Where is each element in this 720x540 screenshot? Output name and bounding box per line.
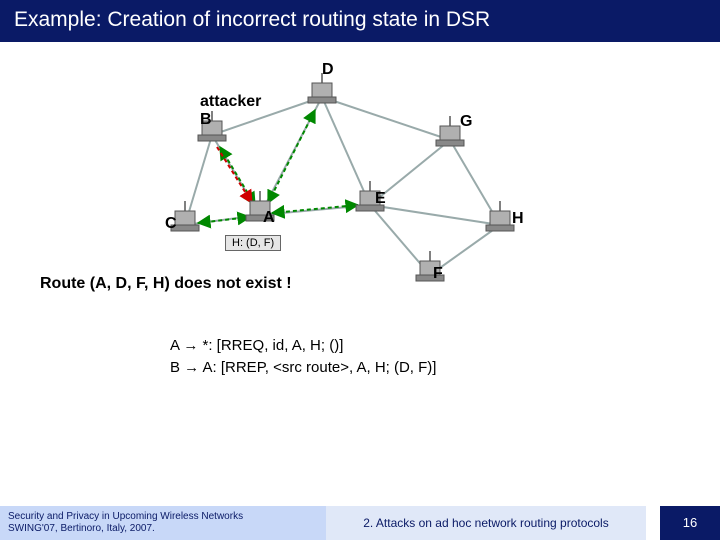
- label-C: C: [165, 215, 177, 233]
- msg-rrep: B → A: [RREP, <src route>, A, H; (D, F)]: [170, 357, 436, 379]
- slide: Example: Creation of incorrect routing s…: [0, 0, 720, 540]
- network-svg: [150, 55, 570, 295]
- footer-left: Security and Privacy in Upcoming Wireles…: [0, 506, 326, 540]
- protocol-messages: A → *: [RREQ, id, A, H; ()] B → A: [RREP…: [170, 335, 436, 379]
- msg-rreq: A → *: [RREQ, id, A, H; ()]: [170, 335, 436, 357]
- label-D: D: [322, 61, 334, 79]
- footer-mid: 2. Attacks on ad hoc network routing pro…: [326, 506, 646, 540]
- label-H: H: [512, 210, 524, 228]
- footer-left-line2: SWING'07, Bertinoro, Italy, 2007.: [8, 523, 155, 534]
- attacker-label: attacker: [200, 93, 261, 111]
- statement: Route (A, D, F, H) does not exist !: [40, 275, 292, 293]
- label-F: F: [433, 265, 443, 283]
- footer: Security and Privacy in Upcoming Wireles…: [0, 506, 720, 540]
- route-cache-A: H: (D, F): [225, 235, 281, 251]
- node-H-icon: [486, 201, 514, 231]
- footer-left-line1: Security and Privacy in Upcoming Wireles…: [8, 511, 243, 522]
- footer-page: 16: [660, 506, 720, 540]
- label-B: B: [200, 111, 212, 129]
- rrep-arrow: [217, 147, 252, 203]
- label-G: G: [460, 113, 472, 131]
- page-title: Example: Creation of incorrect routing s…: [0, 0, 720, 42]
- diagram: attacker B D G C A E H F H: (D, F): [150, 55, 570, 295]
- label-E: E: [375, 190, 386, 208]
- label-A: A: [263, 209, 275, 227]
